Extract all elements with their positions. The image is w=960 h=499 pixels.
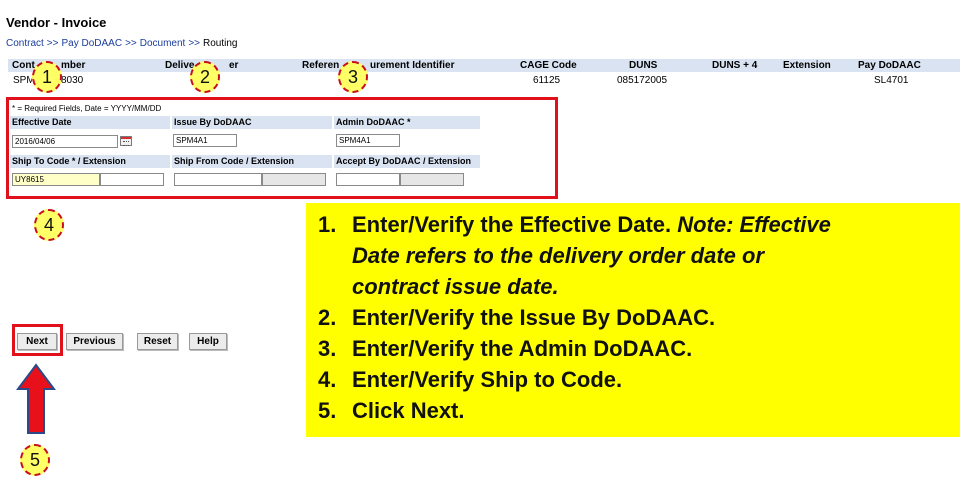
- value-pay-dodaac: SL4701: [874, 75, 909, 86]
- admin-dodaac-label: Admin DoDAAC *: [334, 116, 480, 129]
- header-contract-number-part2: mber: [61, 60, 86, 71]
- header-contract-number-part1: Cont: [12, 60, 35, 71]
- header-extension: Extension: [783, 60, 831, 71]
- required-fields-note: * = Required Fields, Date = YYYY/MM/DD: [12, 104, 162, 113]
- instructions-callout: 1. Enter/Verify the Effective Date. Note…: [306, 203, 960, 437]
- previous-button[interactable]: Previous: [66, 333, 123, 350]
- next-button[interactable]: Next: [17, 333, 57, 350]
- instruction-step-1-note-line2: Date refers to the delivery order date o…: [318, 240, 950, 271]
- value-duns: 085172005: [617, 75, 668, 86]
- instruction-step-4: 4. Enter/Verify Ship to Code.: [318, 364, 950, 395]
- contract-table-row: SPM 8030 61125 085172005 SL4701: [8, 74, 960, 88]
- page-title: Vendor - Invoice: [6, 15, 107, 30]
- breadcrumb-contract[interactable]: Contract: [6, 38, 44, 49]
- header-duns: DUNS: [629, 60, 658, 71]
- step-number: 5.: [318, 398, 337, 423]
- header-delivery-order-part2: er: [229, 60, 239, 71]
- instruction-step-3: 3. Enter/Verify the Admin DoDAAC.: [318, 333, 950, 364]
- breadcrumb: Contract >> Pay DoDAAC >> Document >> Routing: [6, 38, 237, 49]
- step-marker-4: 4: [34, 209, 64, 241]
- breadcrumb-separator: >>: [125, 38, 137, 49]
- instruction-step-1: 1. Enter/Verify the Effective Date. Note…: [318, 209, 950, 240]
- step-text: Enter/Verify the Admin DoDAAC.: [352, 336, 693, 361]
- value-cage-code: 61125: [533, 75, 561, 86]
- step-marker-1: 1: [32, 61, 62, 93]
- ship-to-extension-input[interactable]: [100, 173, 164, 186]
- step-marker-2: 2: [190, 61, 220, 93]
- step-note: Date refers to the delivery order date o…: [352, 243, 765, 268]
- step-marker-5: 5: [20, 444, 50, 476]
- step-text: Enter/Verify the Issue By DoDAAC.: [352, 305, 716, 330]
- ship-from-code-label: Ship From Code / Extension: [172, 155, 332, 168]
- value-contract-number-part2: 8030: [61, 75, 84, 86]
- instruction-step-1-note-line3: contract issue date.: [318, 271, 950, 302]
- header-cage-code: CAGE Code: [520, 60, 577, 71]
- breadcrumb-separator: >>: [188, 38, 201, 49]
- up-arrow-icon: [16, 363, 56, 434]
- step-note: Note: Effective: [677, 212, 831, 237]
- header-reference-part2: urement Identifier: [370, 60, 455, 71]
- instruction-step-2: 2. Enter/Verify the Issue By DoDAAC.: [318, 302, 950, 333]
- instruction-step-5: 5. Click Next.: [318, 395, 950, 426]
- header-delivery-order-part1: Delive: [165, 60, 195, 71]
- accept-by-extension-input: [400, 173, 464, 186]
- step-text: Enter/Verify Ship to Code.: [352, 367, 623, 392]
- accept-by-dodaac-input[interactable]: [336, 173, 400, 186]
- ship-to-code-label: Ship To Code * / Extension: [10, 155, 170, 168]
- step-number: 1.: [318, 212, 337, 237]
- ship-to-code-input[interactable]: UY8615: [12, 173, 100, 186]
- help-button[interactable]: Help: [189, 333, 227, 350]
- step-note: contract issue date.: [352, 274, 559, 299]
- step-marker-3: 3: [338, 61, 368, 93]
- admin-dodaac-input[interactable]: SPM4A1: [336, 134, 400, 147]
- reset-button[interactable]: Reset: [137, 333, 178, 350]
- breadcrumb-routing: Routing: [203, 38, 238, 49]
- breadcrumb-pay-dodaac[interactable]: Pay DoDAAC: [61, 38, 122, 49]
- step-number: 3.: [318, 336, 337, 361]
- effective-date-label: Effective Date: [10, 116, 170, 129]
- step-text: Click Next.: [352, 398, 465, 423]
- step-number: 4.: [318, 367, 337, 392]
- header-duns-plus-4: DUNS + 4: [712, 60, 758, 71]
- issue-by-dodaac-label: Issue By DoDAAC: [172, 116, 332, 129]
- effective-date-input[interactable]: 2016/04/06: [12, 135, 118, 148]
- step-number: 2.: [318, 305, 337, 330]
- calendar-icon[interactable]: [120, 136, 132, 146]
- breadcrumb-separator: >>: [46, 38, 59, 49]
- accept-by-dodaac-label: Accept By DoDAAC / Extension: [334, 155, 480, 168]
- header-pay-dodaac: Pay DoDAAC: [858, 60, 921, 71]
- step-1-content: Enter/Verify the Effective Date. Note: E…: [352, 209, 831, 240]
- breadcrumb-document[interactable]: Document: [140, 38, 186, 49]
- header-reference-part1: Referen: [302, 60, 340, 71]
- ship-from-code-input[interactable]: [174, 173, 262, 186]
- ship-from-extension-input: [262, 173, 326, 186]
- issue-by-dodaac-input[interactable]: SPM4A1: [173, 134, 237, 147]
- step-text: Enter/Verify the Effective Date.: [352, 212, 678, 237]
- contract-table-header: Cont mber Delive er Referen urement Iden…: [8, 59, 960, 72]
